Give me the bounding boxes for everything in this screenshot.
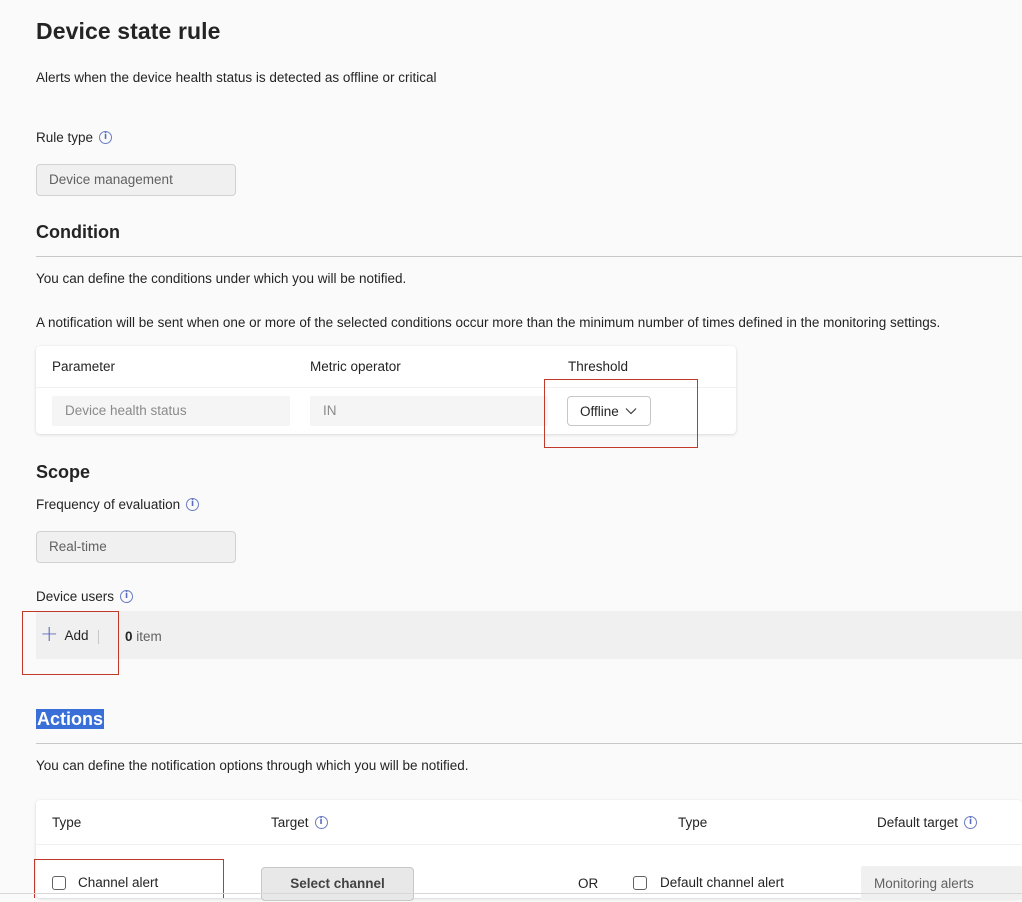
rule-type-label: Rule type i [36, 130, 113, 145]
column-header-parameter: Parameter [52, 359, 116, 374]
device-users-toolbar: + Add 0 item [36, 611, 1022, 659]
table-row-divider [36, 844, 1022, 845]
select-channel-button[interactable]: Select channel [261, 867, 414, 901]
item-count-number: 0 [125, 629, 133, 644]
info-icon[interactable]: i [99, 131, 113, 144]
metric-operator-field: IN [310, 396, 548, 426]
column-header-threshold: Threshold [568, 359, 629, 374]
column-header-default-target: Default target i [877, 815, 978, 830]
frequency-label-text: Frequency of evaluation [36, 497, 181, 512]
column-header-metric-operator: Metric operator [310, 359, 401, 374]
default-channel-alert-checkbox[interactable] [633, 875, 647, 890]
page-title: Device state rule [36, 18, 221, 44]
condition-heading: Condition [36, 222, 120, 242]
scope-heading: Scope [36, 462, 91, 482]
info-icon[interactable]: i [964, 816, 978, 829]
or-label: OR [578, 876, 599, 891]
condition-divider [36, 256, 1022, 257]
item-count-unit: item [136, 629, 162, 644]
page-description: Alerts when the device health status is … [36, 70, 437, 85]
actions-heading: Actions [36, 709, 105, 730]
column-header-default-target-text: Default target [877, 815, 959, 830]
actions-heading-text: Actions [36, 709, 105, 729]
device-users-label-text: Device users [36, 589, 115, 604]
actions-divider [36, 743, 1022, 744]
rule-type-field: Device management [36, 164, 236, 196]
condition-description: You can define the conditions under whic… [36, 271, 407, 286]
column-header-target-text: Target [271, 815, 309, 830]
default-channel-alert-label: Default channel alert [660, 875, 784, 890]
device-users-label: Device users i [36, 589, 134, 604]
condition-notification-note: A notification will be sent when one or … [36, 315, 941, 330]
actions-description: You can define the notification options … [36, 758, 469, 773]
item-count: 0 item [125, 629, 162, 644]
info-icon[interactable]: i [186, 498, 200, 511]
threshold-highlight-box [544, 379, 698, 448]
column-header-type: Type [52, 815, 82, 830]
info-icon[interactable]: i [120, 590, 134, 603]
default-target-field: Monitoring alerts [861, 866, 1022, 900]
info-icon[interactable]: i [314, 816, 328, 829]
frequency-label: Frequency of evaluation i [36, 497, 200, 512]
default-channel-alert-option[interactable]: Default channel alert [633, 875, 784, 890]
bottom-edge [0, 893, 1022, 894]
column-header-target: Target i [271, 815, 328, 830]
frequency-field: Real-time [36, 531, 236, 563]
parameter-field: Device health status [52, 396, 290, 426]
add-highlight-box [22, 611, 119, 675]
rule-type-label-text: Rule type [36, 130, 94, 145]
column-header-type-default: Type [678, 815, 708, 830]
